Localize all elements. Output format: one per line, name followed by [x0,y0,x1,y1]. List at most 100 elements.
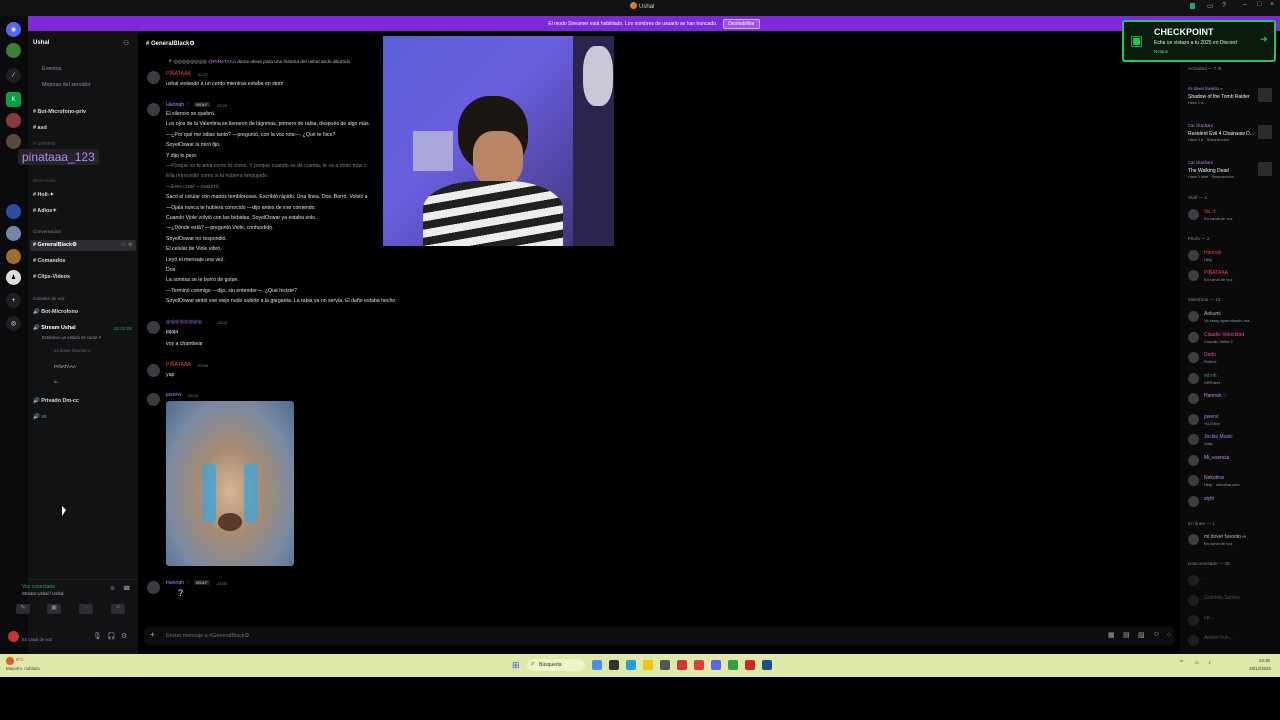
dog-image-attachment[interactable] [166,401,294,566]
member-name[interactable]: Mi_esencia [1204,455,1229,461]
apps-icon[interactable]: ⁘ [1166,631,1172,639]
channel-item[interactable]: # asd [33,125,47,131]
gif-icon[interactable]: ▤ [1123,631,1130,639]
member-avatar[interactable] [1188,270,1199,281]
member-avatar[interactable] [1188,434,1199,445]
network-icon[interactable]: ⌂ [1195,660,1199,666]
member-avatar[interactable] [1188,331,1199,343]
camera-button[interactable]: ✎ [16,604,30,614]
member-name[interactable]: Nekotina [1204,475,1224,481]
weather-icon[interactable] [6,657,14,665]
clock-date[interactable]: 29/12/2025 [1249,666,1271,671]
app-icon[interactable] [592,660,602,670]
app-icon[interactable] [694,660,704,670]
checkpoint-promo[interactable]: ▣ CHECKPOINT Echa un vistazo a tu 2025 e… [1122,20,1276,62]
member-avatar[interactable] [1188,209,1199,220]
activity-game[interactable]: Resident Evil 4 Chainsaw D... [1188,131,1254,137]
avatar[interactable] [147,393,160,406]
member-name[interactable]: Hannah [1204,250,1222,256]
message-author[interactable]: Hannah ♡ [166,580,190,586]
member-name[interactable]: ed.nh [1204,373,1217,379]
channel-item[interactable]: # Comandos [33,258,65,264]
server-icon[interactable]: ⁄ [6,68,21,83]
server-icon[interactable] [6,43,21,58]
channel-item-active[interactable]: # GeneralBlack⚙ [33,242,77,248]
member-name[interactable]: .. [1204,575,1207,581]
avatar[interactable] [147,71,160,84]
volume-icon[interactable]: ♪ [1208,660,1211,666]
flag-icon[interactable] [1190,3,1195,9]
edge-icon[interactable] [626,660,636,670]
member-avatar[interactable] [1188,495,1199,507]
boosts-link[interactable]: Mejoras del servidor [42,82,91,88]
app-icon[interactable] [677,660,687,670]
add-member-icon[interactable]: ⚇ [123,39,129,47]
channel-item[interactable]: # ushana [33,141,55,147]
microphone-icon[interactable]: 🎙 [93,632,102,640]
voice-channel-item[interactable]: 🔊 Bot-Microfono [33,309,78,315]
member-avatar[interactable] [1188,454,1199,466]
clock-time[interactable]: 23:35 [1259,658,1270,663]
server-icon[interactable]: K [6,92,21,107]
category-header[interactable]: Bienvenida [33,178,56,183]
message-author[interactable]: ◎◎◎◎◎◎◎◎ [166,319,202,325]
message-author[interactable]: PIÑATAAA [166,71,191,77]
channel-item[interactable]: # Adios✦ [33,208,57,214]
add-server-icon[interactable]: + [6,293,21,308]
avatar[interactable] [147,364,160,377]
member-avatar[interactable] [1188,250,1199,261]
member-name[interactable]: Jockie Music [1204,434,1233,440]
server-icon[interactable] [6,249,21,264]
member-name[interactable]: stylo [1204,496,1214,502]
minimize-button[interactable]: – [1243,1,1247,8]
member-name[interactable]: Hannah ♡ [1204,393,1227,399]
member-avatar[interactable] [1188,534,1199,545]
member-avatar[interactable] [1188,311,1199,322]
activities-button[interactable]: ⁘ [79,604,93,614]
app-icon[interactable] [728,660,738,670]
voice-channel-item[interactable]: 🔊 Stream Ushal [33,325,76,331]
headphones-icon[interactable]: 🎧 [107,632,116,640]
activity-user[interactable]: mi dover favorito ∞ [1188,86,1223,91]
member-avatar[interactable] [1188,475,1199,486]
voice-user[interactable]: PIÑATAAA [54,364,76,369]
invite-icon[interactable]: ⚇ [121,242,125,248]
member-avatar[interactable] [1188,595,1199,606]
member-avatar[interactable] [1188,635,1199,646]
app-icon[interactable] [762,660,772,670]
voice-user[interactable]: mi dover favorito ∞ [54,348,91,353]
category-header[interactable]: Canales de voz [33,296,65,301]
member-name[interactable]: ep... [1204,615,1214,621]
help-icon[interactable]: ? [1222,2,1226,9]
avatar[interactable] [147,321,160,334]
tray-chevron-icon[interactable]: ^ [1180,660,1183,666]
member-avatar[interactable] [1188,393,1199,404]
member-name[interactable]: PIÑATAAA [1204,270,1228,276]
windows-start-icon[interactable]: ⊞ [512,660,520,671]
member-name[interactable]: Dedo [1204,352,1216,358]
app-icon[interactable] [745,660,755,670]
member-avatar[interactable] [1188,413,1199,425]
member-name[interactable]: jaxervi [1204,414,1218,420]
reply-preview[interactable]: ↱ ◎◎◎◎◎◎◎◎ @PIÑATAAA dame ideas para una… [168,60,350,65]
member-avatar[interactable] [1188,615,1199,626]
voice-user[interactable]: u.. [54,379,59,384]
events-link[interactable]: Eventos [42,66,61,72]
taskbar-search[interactable]: ⌕ Búsqueda [527,659,585,671]
server-icon[interactable] [6,204,21,219]
sticker-icon[interactable]: ▨ [1138,631,1145,639]
member-avatar[interactable] [1188,372,1199,384]
arrow-right-icon[interactable]: ➜ [1260,34,1268,45]
explore-icon[interactable]: ◎ [6,316,21,331]
user-avatar[interactable] [8,631,19,642]
signal-icon[interactable]: ≋ [110,585,115,592]
channel-item[interactable]: # Clips-Videos [33,274,70,280]
app-icon[interactable] [609,660,619,670]
settings-gear-icon[interactable]: ⚙ [128,242,132,248]
disable-streamer-button[interactable]: Deshabilitar [723,18,760,29]
activity-user[interactable]: Car chacharo [1188,160,1213,165]
member-name[interactable]: Ardent Fun... [1204,635,1233,641]
server-icon[interactable] [6,226,21,241]
app-icon[interactable] [660,660,670,670]
voice-channel-item[interactable]: 🔊 Privado Dm-cc [33,398,79,404]
